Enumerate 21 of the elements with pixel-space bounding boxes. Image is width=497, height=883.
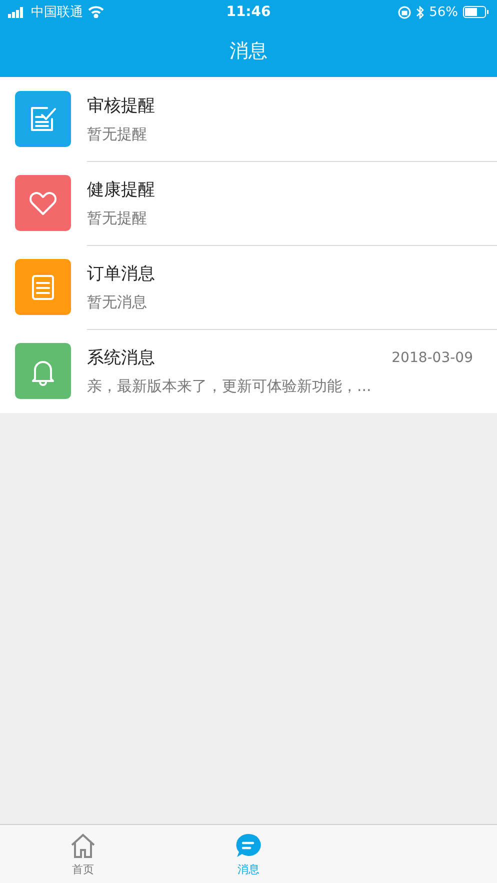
battery-icon	[462, 6, 489, 18]
chat-icon	[234, 832, 262, 860]
message-title[interactable]: 系统消息	[87, 346, 155, 369]
home-icon	[68, 832, 97, 860]
message-preview: 暂无消息	[87, 292, 148, 312]
page-title: 消息	[230, 38, 268, 64]
tab-bar-item[interactable]: 首页	[52, 825, 113, 883]
rotation-lock-icon	[398, 6, 412, 18]
message-title[interactable]: 订单消息	[87, 262, 155, 284]
battery-percent: 56%	[429, 4, 458, 20]
signal-icon	[8, 6, 26, 18]
message-title[interactable]: 健康提醒	[87, 178, 155, 200]
message-date: 2018-03-09	[392, 350, 473, 366]
message-title[interactable]: 审核提醒	[87, 94, 155, 116]
status-time: 11:46	[226, 4, 271, 20]
message-preview: 暂无提醒	[87, 208, 148, 228]
message-preview: 暂无提醒	[87, 124, 148, 144]
wifi-icon	[88, 6, 104, 18]
message-preview: 亲，最新版本来了，更新可体验新功能，...	[87, 377, 372, 396]
carrier-name: 中国联通	[31, 4, 83, 21]
bluetooth-icon	[416, 6, 424, 18]
